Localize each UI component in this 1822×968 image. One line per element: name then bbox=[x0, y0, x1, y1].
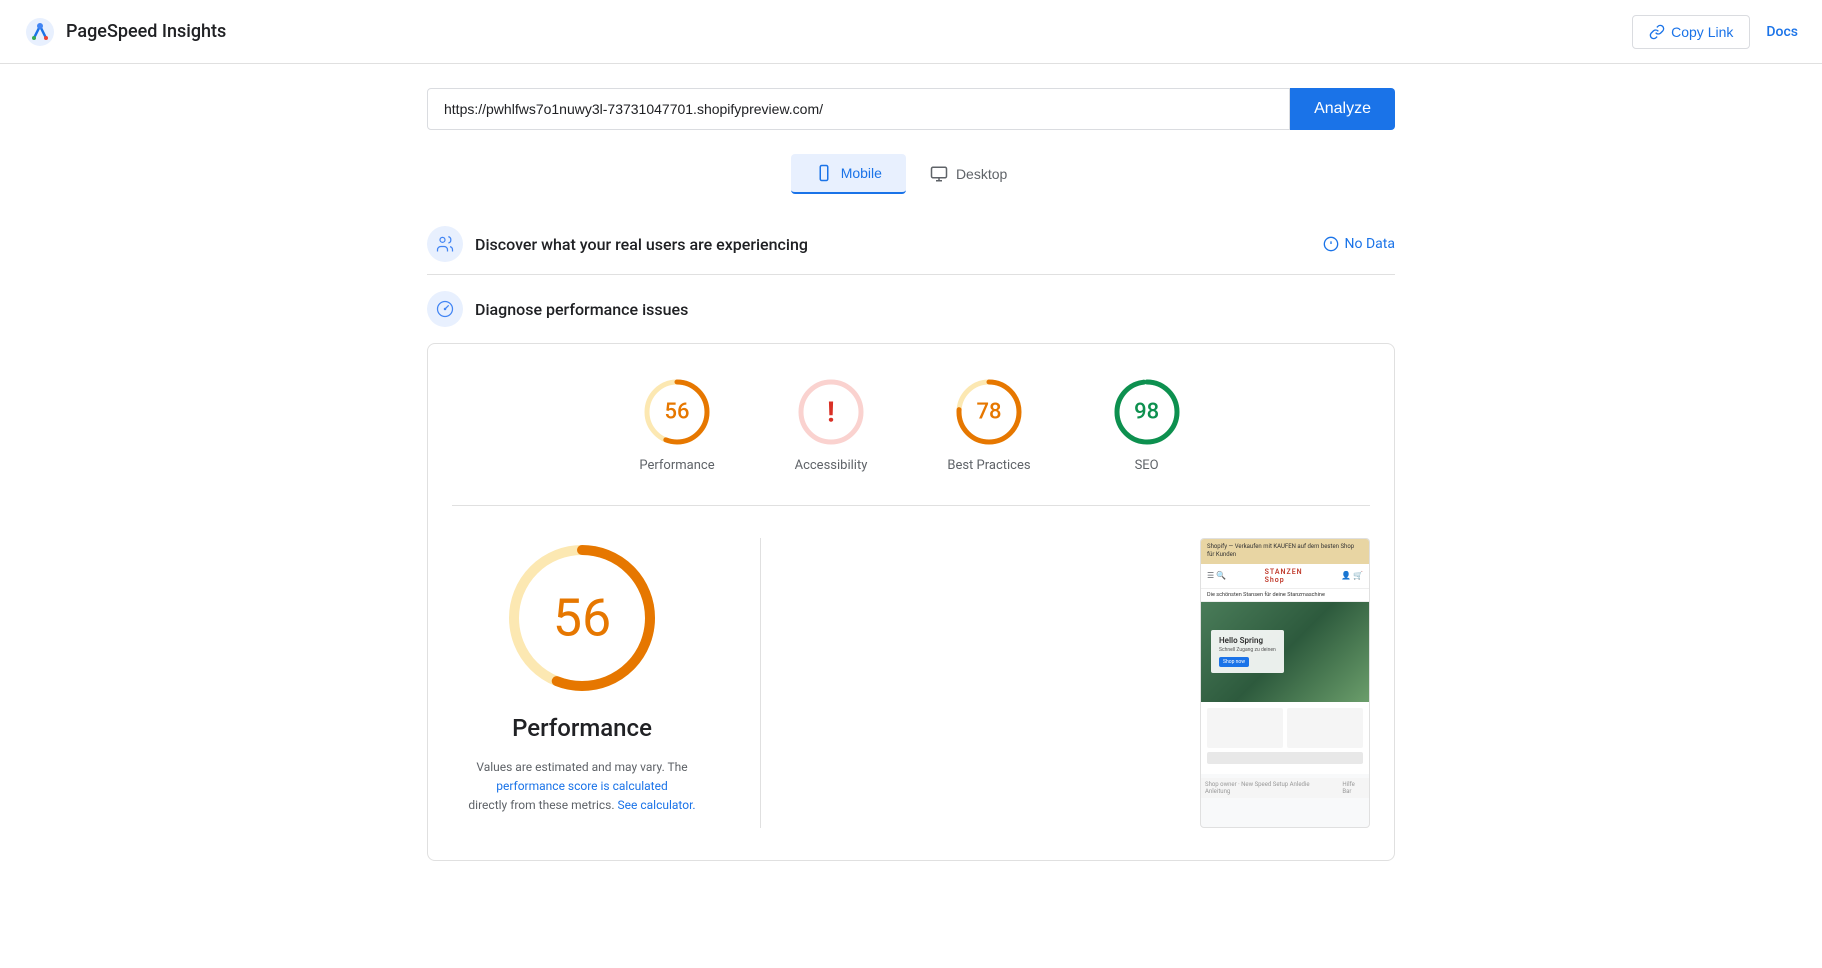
hello-spring-box: Hello Spring Schnell Zugang zu deinen Sh… bbox=[1211, 630, 1284, 673]
perf-note-start: Values are estimated and may vary. The bbox=[476, 760, 687, 774]
seo-score: 98 bbox=[1134, 400, 1159, 425]
diagnose-section: Diagnose performance issues bbox=[427, 291, 1395, 327]
real-users-section: Discover what your real users are experi… bbox=[427, 226, 1395, 275]
desktop-tab-label: Desktop bbox=[956, 166, 1007, 182]
screenshot-footer-left: Shop owner · New Speed Setup Anledie Anl… bbox=[1205, 781, 1334, 795]
accessibility-label: Accessibility bbox=[795, 458, 868, 473]
analyze-button[interactable]: Analyze bbox=[1290, 88, 1395, 130]
header-right: Copy Link Docs bbox=[1632, 15, 1798, 49]
device-toggle: Mobile Desktop bbox=[427, 154, 1395, 194]
screenshot-content bbox=[1201, 702, 1369, 774]
screenshot-subtitle: Die schönsten Stansen für deine Stanzmas… bbox=[1201, 589, 1369, 602]
users-icon bbox=[435, 234, 455, 254]
calculator-link[interactable]: See calculator. bbox=[618, 798, 696, 812]
link-icon bbox=[1649, 24, 1665, 40]
mobile-tab-label: Mobile bbox=[841, 165, 882, 181]
hello-spring-title: Hello Spring bbox=[1219, 636, 1276, 645]
performance-note: Values are estimated and may vary. The p… bbox=[452, 758, 712, 816]
performance-detail: 56 Performance Values are estimated and … bbox=[452, 538, 1370, 828]
score-item-best-practices[interactable]: 78 Best Practices bbox=[947, 376, 1030, 473]
main-content: Analyze Mobile Desktop bbox=[411, 64, 1411, 885]
mobile-tab[interactable]: Mobile bbox=[791, 154, 906, 194]
url-row: Analyze bbox=[427, 88, 1395, 130]
score-item-accessibility[interactable]: ! Accessibility bbox=[795, 376, 868, 473]
no-data-label: No Data bbox=[1345, 236, 1395, 252]
mobile-icon bbox=[815, 164, 833, 182]
seo-circle: 98 bbox=[1111, 376, 1183, 448]
performance-label: Performance bbox=[639, 458, 714, 473]
hello-spring-desc: Schnell Zugang zu deinen bbox=[1219, 647, 1276, 653]
performance-score: 56 bbox=[664, 400, 689, 425]
copy-link-button[interactable]: Copy Link bbox=[1632, 15, 1750, 49]
accessibility-score: ! bbox=[827, 396, 835, 429]
accessibility-circle: ! bbox=[795, 376, 867, 448]
screenshot-logo: STANZENShop bbox=[1265, 568, 1303, 584]
perf-note-mid: directly from these metrics. bbox=[468, 798, 614, 812]
screenshot-heading: Die schönsten Stansen für deine Stanzmas… bbox=[1207, 592, 1325, 598]
screenshot-banner: Shopify — Verkaufen mit KAUFEN auf dem b… bbox=[1201, 539, 1369, 564]
screenshot-footer-right: Hilfe Bar bbox=[1342, 781, 1365, 795]
score-item-seo[interactable]: 98 SEO bbox=[1111, 376, 1183, 473]
copy-link-label: Copy Link bbox=[1671, 24, 1733, 40]
performance-circle: 56 bbox=[641, 376, 713, 448]
seo-label: SEO bbox=[1135, 458, 1159, 473]
desktop-icon bbox=[930, 165, 948, 183]
no-data-badge: No Data bbox=[1323, 236, 1395, 252]
screenshot-text-placeholder bbox=[1207, 752, 1363, 764]
screenshot-nav: ☰ 🔍 STANZENShop 👤 🛒 bbox=[1201, 564, 1369, 589]
scores-row: 56 Performance ! Accessibility bbox=[452, 376, 1370, 473]
app-title: PageSpeed Insights bbox=[66, 21, 226, 42]
vertical-divider bbox=[760, 538, 761, 828]
btn1: Shop now bbox=[1219, 657, 1249, 667]
screenshot-card-2 bbox=[1287, 708, 1363, 748]
performance-big-circle: 56 bbox=[502, 538, 662, 698]
screenshot-image: Hello Spring Schnell Zugang zu deinen Sh… bbox=[1201, 602, 1369, 702]
performance-score-link[interactable]: performance score is calculated bbox=[496, 779, 667, 793]
performance-big-score: 56 bbox=[553, 588, 611, 649]
header: PageSpeed Insights Copy Link Docs bbox=[0, 0, 1822, 64]
header-left: PageSpeed Insights bbox=[24, 16, 226, 48]
real-users-icon bbox=[427, 226, 463, 262]
screenshot-area: Shopify — Verkaufen mit KAUFEN auf dem b… bbox=[809, 538, 1370, 828]
info-icon bbox=[1323, 236, 1339, 252]
desktop-tab[interactable]: Desktop bbox=[906, 154, 1031, 194]
real-users-title: Discover what your real users are experi… bbox=[475, 235, 808, 254]
screenshot-banner-text: Shopify — Verkaufen mit KAUFEN auf dem b… bbox=[1207, 543, 1354, 558]
score-item-performance[interactable]: 56 Performance bbox=[639, 376, 714, 473]
screenshot-cards bbox=[1207, 708, 1363, 748]
diagnose-icon bbox=[427, 291, 463, 327]
speedometer-icon bbox=[435, 299, 455, 319]
scores-card: 56 Performance ! Accessibility bbox=[427, 343, 1395, 861]
docs-link[interactable]: Docs bbox=[1766, 24, 1798, 40]
performance-left: 56 Performance Values are estimated and … bbox=[452, 538, 712, 816]
screenshot-card-1 bbox=[1207, 708, 1283, 748]
diagnose-title: Diagnose performance issues bbox=[475, 300, 688, 319]
url-input[interactable] bbox=[427, 88, 1290, 130]
best-practices-score: 78 bbox=[976, 400, 1001, 425]
screenshot-box: Shopify — Verkaufen mit KAUFEN auf dem b… bbox=[1200, 538, 1370, 828]
performance-detail-title: Performance bbox=[512, 714, 652, 742]
card-divider bbox=[452, 505, 1370, 506]
screenshot-footer: Shop owner · New Speed Setup Anledie Anl… bbox=[1201, 778, 1369, 798]
pagespeed-logo-icon bbox=[24, 16, 56, 48]
best-practices-label: Best Practices bbox=[947, 458, 1030, 473]
best-practices-circle: 78 bbox=[953, 376, 1025, 448]
